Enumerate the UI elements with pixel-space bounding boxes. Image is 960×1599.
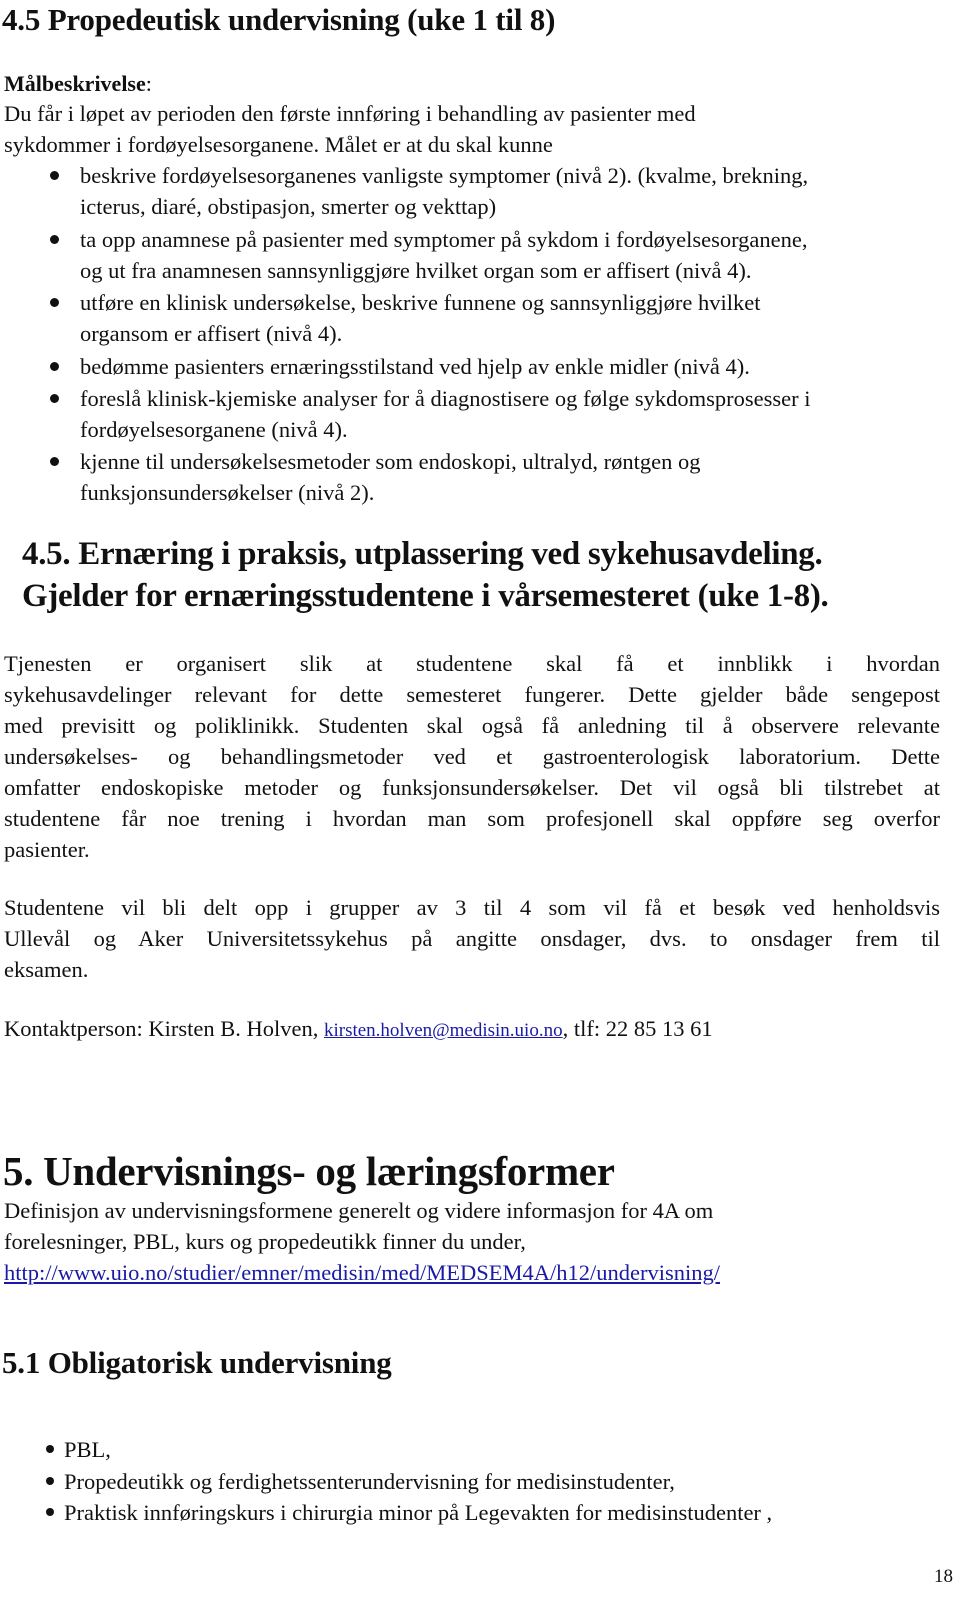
document-page: 4.5 Propedeutisk undervisning (uke 1 til… [0,0,960,1599]
contact-line: Kontaktperson: Kirsten B. Holven, kirste… [4,1013,713,1046]
intro-line-2: sykdommer i fordøyelsesorganene. Målet e… [4,132,553,157]
paragraph-line: Ullevål og Aker Universitetssykehus på a… [4,926,940,951]
contact-email-link[interactable]: kirsten.holven@medisin.uio.no [324,1020,563,1041]
paragraph-line: omfatter endoskopiske metoder og funksjo… [4,775,940,800]
contact-suffix: , tlf: 22 85 13 61 [562,1016,713,1041]
goal-bullet-text: organsom er affisert (nivå 4). [80,321,343,346]
contact-prefix: Kontaktperson: Kirsten B. Holven, [4,1016,324,1041]
goal-bullet-text: icterus, diaré, obstipasjon, smerter og … [80,194,497,219]
bullet-icon [50,394,59,403]
intro-line-1: Du får i løpet av perioden den første in… [4,101,696,126]
bullet-icon [50,171,59,180]
goal-bullet-text: beskrive fordøyelsesorganenes vanligste … [80,163,809,188]
bullet-icon [50,457,59,466]
goal-label-line: Målbeskrivelse: [4,71,152,97]
bullet-icon [46,1445,54,1453]
nutrition-paragraph-2: Studentene vil bli delt opp i grupper av… [4,892,940,985]
mandatory-teaching-text: Praktisk innføringskurs i chirurgia mino… [64,1500,773,1525]
section-5-url-line: http://www.uio.no/studier/emner/medisin/… [4,1257,720,1288]
goal-bullet-text: kjenne til undersøkelsesmetoder som endo… [80,449,701,474]
bullet-icon [50,362,59,371]
page-number: 18 [934,1566,953,1587]
goal-bullet-text: og ut fra anamnesen sannsynliggjøre hvil… [80,258,752,283]
section-5-heading: 5. Undervisnings- og læringsformer [3,1148,615,1194]
mandatory-teaching-text: Propedeutikk og ferdighetssenterundervis… [64,1469,675,1494]
bullet-icon [46,1508,54,1516]
bullet-icon [50,298,59,307]
paragraph-line: Studentene vil bli delt opp i grupper av… [4,895,940,920]
paragraph-line: undersøkelses- og behandlingsmetoder ved… [4,744,940,769]
paragraph-line: med previsitt og poliklinikk. Studenten … [4,713,940,738]
paragraph-line: studentene får noe trening i hvordan man… [4,806,940,831]
paragraph-line: pasienter. [4,837,90,862]
paragraph-line: sykehusavdelinger relevant for dette sem… [4,682,940,707]
goal-bullet-text: foreslå klinisk-kjemiske analyser for å … [80,386,811,411]
nutrition-paragraph-1: Tjenesten er organisert slik at studente… [4,648,940,865]
section-5-1-heading: 5.1 Obligatorisk undervisning [2,1345,392,1380]
paragraph-line: Tjenesten er organisert slik at studente… [4,651,940,676]
goal-bullet-text: bedømme pasienters ernæringsstilstand ve… [80,354,750,379]
mandatory-teaching-text: PBL, [64,1437,111,1462]
nutrition-heading-line-2: Gjelder for ernæringsstudentene i vårsem… [22,578,829,614]
goal-label: Målbeskrivelse [4,71,146,96]
bullet-icon [46,1477,54,1485]
section-5-text-line-1: Definisjon av undervisningsformene gener… [4,1198,714,1223]
paragraph-line: eksamen. [4,957,89,982]
undervisning-url-link[interactable]: http://www.uio.no/studier/emner/medisin/… [4,1260,720,1285]
goal-bullet-text: ta opp anamnese på pasienter med symptom… [80,227,808,252]
goal-bullet-text: utføre en klinisk undersøkelse, beskrive… [80,290,761,315]
nutrition-heading-line-1: 4.5. Ernæring i praksis, utplassering ve… [22,536,823,572]
goal-bullet-text: fordøyelsesorganene (nivå 4). [80,417,348,442]
section-4-5-heading: 4.5 Propedeutisk undervisning (uke 1 til… [2,2,556,37]
goal-colon: : [145,71,152,96]
section-5-text-line-2: forelesninger, PBL, kurs og propedeutikk… [4,1229,526,1254]
bullet-icon [50,235,59,244]
goal-bullet-text: funksjonsundersøkelser (nivå 2). [80,480,375,505]
